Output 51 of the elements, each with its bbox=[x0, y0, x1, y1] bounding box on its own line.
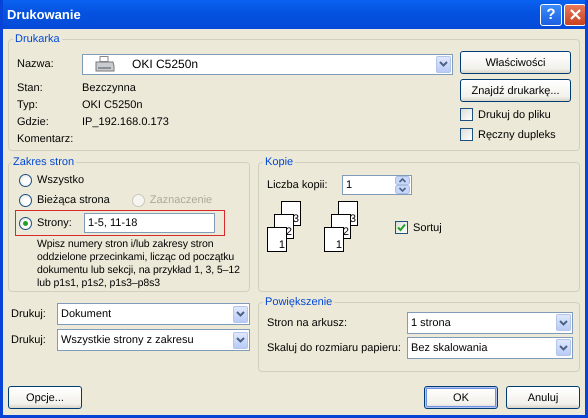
pages-field[interactable]: 1-5, 11-18 bbox=[84, 213, 215, 233]
radio-button[interactable] bbox=[19, 194, 32, 206]
group-title: Kopie bbox=[264, 156, 294, 168]
help-button[interactable]: ? bbox=[540, 4, 562, 26]
radio-label: Wszystko bbox=[37, 174, 84, 186]
info-label: Gdzie: bbox=[17, 116, 50, 128]
close-icon bbox=[570, 9, 580, 20]
close-button[interactable] bbox=[564, 4, 585, 26]
group-title: Powiększenie bbox=[264, 296, 334, 308]
spin-arrows-icon bbox=[395, 176, 410, 194]
name-label: Nazwa: bbox=[17, 58, 55, 70]
info-value: Bezczynna bbox=[82, 82, 136, 94]
info-value: IP_192.168.0.173 bbox=[82, 116, 169, 128]
group-title: Zakres stron bbox=[12, 156, 76, 168]
radio-label: Zaznaczenie bbox=[150, 194, 212, 206]
checkbox[interactable] bbox=[460, 128, 473, 141]
print-label: Drukuj: bbox=[10, 308, 47, 320]
checkbox[interactable] bbox=[460, 108, 473, 121]
printer-icon bbox=[95, 56, 115, 72]
find-printer-button[interactable]: Znajdź drukarkę... bbox=[460, 79, 571, 102]
checkbox-label: Drukuj do pliku bbox=[478, 108, 551, 120]
radio-button[interactable] bbox=[19, 216, 32, 230]
hint-text: Wpisz numery stron i/lub zakresy stron oddzielone przecinkami, licząc od początku dokumentu lub sekcji, na przykład 1, 3, 5–12 lub p1s1, p1s2, p1s3–p8s3 bbox=[37, 238, 241, 290]
info-label: Stan: bbox=[17, 82, 44, 94]
checkbox[interactable] bbox=[395, 221, 408, 234]
info-value: OKI C5250n bbox=[82, 98, 143, 110]
zoom-dropdown[interactable]: Bez skalowania bbox=[407, 336, 573, 358]
ok-button[interactable]: OK bbox=[424, 386, 498, 409]
print-label: Drukuj: bbox=[10, 334, 47, 346]
radio-label: Bieżąca strona bbox=[37, 194, 110, 206]
properties-button[interactable]: Właściwości bbox=[460, 51, 571, 74]
window-title: Drukowanie bbox=[6, 7, 81, 22]
checkbox-label: Sortuj bbox=[413, 222, 442, 234]
copies-spinner[interactable]: 1 bbox=[342, 175, 412, 195]
radio-button[interactable] bbox=[19, 174, 32, 186]
info-label: Komentarz: bbox=[17, 132, 74, 144]
zoom-dropdown[interactable]: 1 strona bbox=[407, 312, 573, 334]
print-dropdown[interactable]: Wszystkie strony z zakresu bbox=[57, 329, 250, 351]
info-label: Typ: bbox=[17, 98, 39, 110]
radio-label: Strony: bbox=[37, 217, 73, 229]
copies-label: Liczba kopii: bbox=[267, 179, 329, 191]
printer-dropdown[interactable]: OKI C5250n bbox=[82, 54, 453, 74]
zoom-label: Stron na arkusz: bbox=[267, 316, 348, 328]
page-sheet: 1 bbox=[267, 227, 287, 252]
page-sheet: 1 bbox=[324, 227, 344, 252]
print-dropdown[interactable]: Dokument bbox=[57, 303, 250, 325]
options-button[interactable]: Opcje... bbox=[8, 386, 82, 409]
zoom-label: Skaluj do rozmiaru papieru: bbox=[267, 342, 402, 354]
checkbox-label: Ręczny dupleks bbox=[478, 128, 556, 140]
cancel-button[interactable]: Anuluj bbox=[506, 386, 580, 409]
group-title: Drukarka bbox=[14, 33, 61, 45]
